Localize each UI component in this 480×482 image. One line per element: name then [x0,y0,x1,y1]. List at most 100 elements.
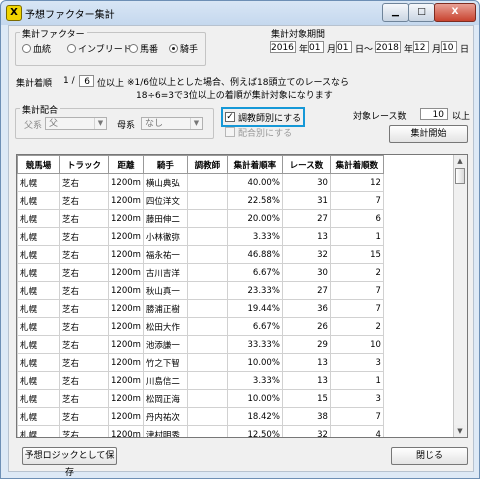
table-cell: 芝右 [59,389,109,408]
inbreed-radio[interactable] [67,44,76,53]
close-button[interactable]: 閉じる [391,447,468,465]
save-logic-button[interactable]: 予想ロジックとして保存 [22,447,117,478]
table-cell: 札幌 [17,317,60,336]
jockey-label: 騎手 [180,45,199,55]
table-row[interactable]: 札幌 芝右 1200m 小林徹弥 3.33% 13 1 [17,227,384,246]
table-cell: 芝右 [59,371,109,390]
table-cell: 川島信二 [142,371,188,390]
table-row[interactable]: 札幌 芝右 1200m 竹之下智 10.00% 13 3 [17,353,384,372]
table-row[interactable]: 札幌 芝右 1200m 松田大作 6.67% 26 2 [17,317,384,336]
combo-checkbox[interactable] [225,127,235,137]
table-row[interactable]: 札幌 芝右 1200m 四位洋文 22.58% 31 7 [17,191,384,210]
table-cell: 小林徹弥 [142,227,188,246]
to-day-input[interactable]: 10 [441,41,457,53]
table-cell: 36 [281,299,331,318]
table-cell: 29 [281,335,331,354]
results-grid[interactable]: 競馬場 トラック 距離 騎手 調教師 集計着順率 レース数 集計着順数 札幌 芝右 1200m 横山… [16,154,468,438]
app-icon: X [6,5,22,21]
table-cell: 6 [329,209,384,228]
target-races-input[interactable]: 10 [420,108,448,120]
table-cell: 13 [281,227,331,246]
to-year-input[interactable]: 2018 [375,41,401,53]
table-cell: 1200m [108,191,144,210]
bloodline-radio[interactable] [22,44,31,53]
table-cell: 18.42% [226,407,283,426]
jockey-header: 騎手 [142,155,188,174]
table-cell [186,227,228,246]
horse-number-radio[interactable] [129,44,138,53]
horse-number-label: 馬番 [140,45,159,55]
table-cell: 札幌 [17,191,60,210]
table-cell: 27 [281,281,331,300]
day-unit-to: 日 [460,45,470,55]
table-cell: 藤田伸二 [142,209,188,228]
start-aggregation-button[interactable]: 集計開始 [389,125,468,143]
maximize-button[interactable]: □ [408,3,435,22]
vertical-scrollbar[interactable]: ▲ ▼ [453,155,467,437]
from-year-input[interactable]: 2016 [270,41,296,53]
table-cell: 27 [281,209,331,228]
target-races-label: 対象レース数 [353,112,407,122]
table-cell: 1200m [108,335,144,354]
table-cell: 7 [329,299,384,318]
table-cell: 1200m [108,371,144,390]
jockey-radio[interactable] [169,44,178,53]
table-row[interactable]: 札幌 芝右 1200m 池添謙一 33.33% 29 10 [17,335,384,354]
table-row[interactable]: 札幌 芝右 1200m 秋山真一 23.33% 27 7 [17,281,384,300]
minimize-button[interactable]: ▁ [382,3,409,22]
table-cell: 池添謙一 [142,335,188,354]
from-month-input[interactable]: 01 [308,41,324,53]
table-row[interactable]: 札幌 芝右 1200m 勝浦正樹 19.44% 36 7 [17,299,384,318]
table-row[interactable]: 札幌 芝右 1200m 丹内祐次 18.42% 38 7 [17,407,384,426]
table-cell: 札幌 [17,353,60,372]
scroll-up-icon[interactable]: ▲ [454,155,466,167]
scroll-thumb[interactable] [455,168,465,184]
table-cell: 20.00% [226,209,283,228]
table-cell [186,173,228,192]
close-window-button[interactable]: X [434,3,476,22]
table-cell: 1 [329,227,384,246]
table-cell: 19.44% [226,299,283,318]
dialog-body: 集計ファクター 血統 インブリード 馬番 騎手 集計対象期間 2016 年 01… [8,25,474,478]
rank-input[interactable]: 6 [79,75,94,87]
table-cell: 札幌 [17,209,60,228]
table-cell [186,317,228,336]
to-month-input[interactable]: 12 [413,41,429,53]
table-cell: 松岡正海 [142,389,188,408]
sire-dropdown[interactable]: 父 ▼ [45,117,107,130]
table-cell: 38 [281,407,331,426]
table-cell: 10.00% [226,389,283,408]
table-cell [186,245,228,264]
table-cell: 札幌 [17,371,60,390]
table-row[interactable]: 札幌 芝右 1200m 松岡正海 10.00% 15 3 [17,389,384,408]
table-cell: 札幌 [17,227,60,246]
table-row[interactable]: 札幌 芝右 1200m 福永祐一 46.88% 32 15 [17,245,384,264]
table-cell: 1200m [108,299,144,318]
factor-group-title: 集計ファクター [20,27,87,40]
dam-dropdown[interactable]: なし ▼ [141,117,203,130]
trainer-header: 調教師 [186,155,228,174]
rate-header: 集計着順率 [226,155,283,174]
table-cell: 芝右 [59,353,109,372]
table-cell: 30 [281,263,331,282]
table-row[interactable]: 札幌 芝右 1200m 横山典弘 40.00% 30 12 [17,173,384,192]
table-cell: 札幌 [17,425,60,437]
table-cell: 福永祐一 [142,245,188,264]
table-cell: 31 [281,191,331,210]
table-cell: 26 [281,317,331,336]
table-row[interactable]: 札幌 芝右 1200m 川島信二 3.33% 13 1 [17,371,384,390]
trainer-checkbox[interactable]: ✓ [225,112,235,122]
table-row[interactable]: 札幌 芝右 1200m 藤田伸二 20.00% 27 6 [17,209,384,228]
scroll-down-icon[interactable]: ▼ [454,425,466,437]
table-row[interactable]: 札幌 芝右 1200m 津村明秀 12.50% 32 4 [17,425,384,437]
from-day-input[interactable]: 01 [336,41,352,53]
window-title: 予想ファクター集計 [25,10,115,21]
table-cell: 札幌 [17,281,60,300]
table-cell: 秋山真一 [142,281,188,300]
table-cell: 四位洋文 [142,191,188,210]
table-cell: 1200m [108,263,144,282]
table-row[interactable]: 札幌 芝右 1200m 古川吉洋 6.67% 30 2 [17,263,384,282]
distance-header: 距離 [108,155,144,174]
table-cell [186,209,228,228]
table-cell: 3.33% [226,371,283,390]
